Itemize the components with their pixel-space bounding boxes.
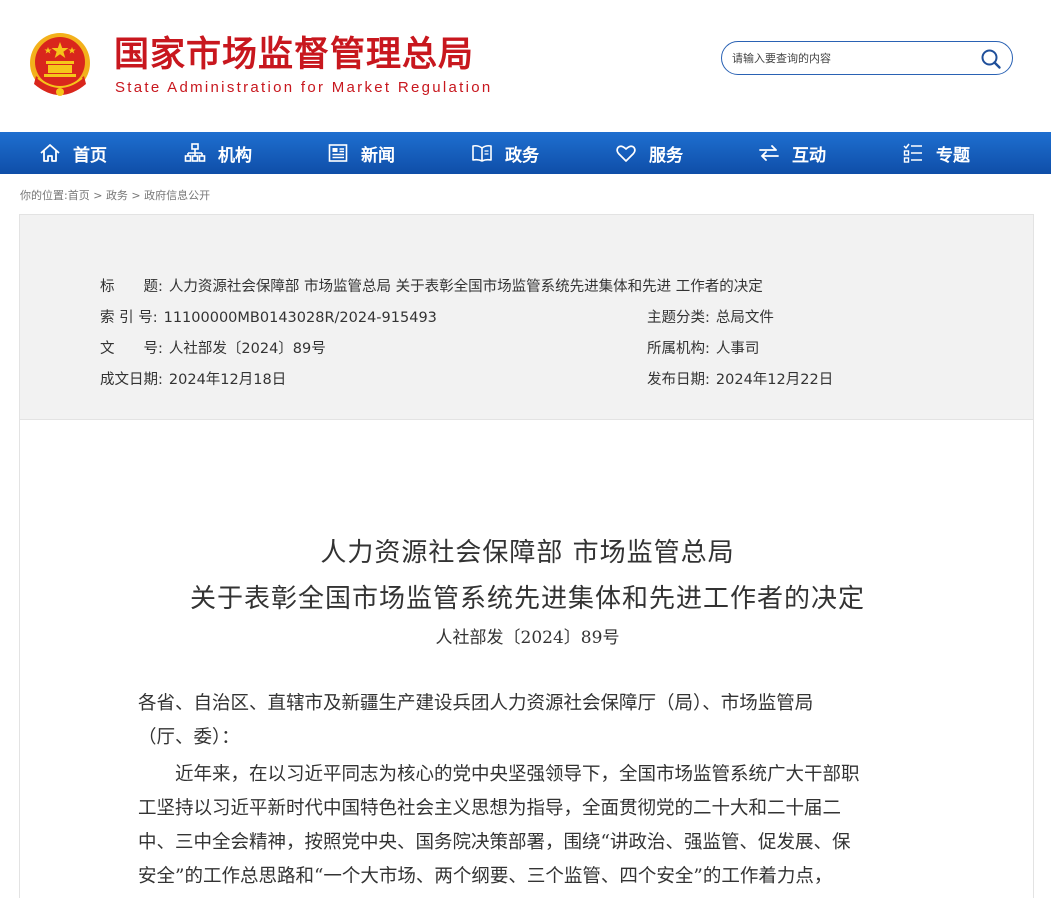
meta-title-label: 标 题: [100,279,163,295]
breadcrumb: 你的位置:首页 > 政务 > 政府信息公开 [20,187,210,203]
meta-index-value: 11100000MB0143028R/2024-915493 [163,310,437,326]
site-title[interactable]: 国家市场监督管理总局 [114,34,474,76]
article-line: 中、三中全会精神，按照党中央、国务院决策部署，围绕“讲政治、强监管、促发展、保 [138,832,851,853]
meta-topic-row: 主题分类: 总局文件 [647,308,774,328]
meta-published-value: 2024年12月22日 [715,372,834,388]
meta-topic-label: 主题分类: [647,310,710,326]
nav-item-label: 互动 [792,145,826,166]
nav-item-label: 新闻 [361,145,395,166]
meta-published-row: 发布日期: 2024年12月22日 [647,370,833,390]
news-icon [328,144,348,162]
meta-title-row: 标 题: 人力资源社会保障部 市场监管总局 关于表彰全国市场监管系统先进集体和先进… [100,277,763,297]
meta-created-label: 成文日期: [100,372,163,388]
breadcrumb-level1-link[interactable]: 政务 [106,189,128,202]
breadcrumb-separator: > [127,189,145,202]
breadcrumb-prefix: 你的位置: [20,189,68,202]
meta-published-label: 发布日期: [647,372,710,388]
nav-item-label: 服务 [649,145,683,166]
home-icon [40,144,60,162]
search-input[interactable] [732,49,972,67]
nav-item-topics[interactable]: 专题 [902,132,970,174]
nav-item-services[interactable]: 服务 [615,132,683,174]
nav-item-news[interactable]: 新闻 [327,132,395,174]
nav-item-label: 机构 [218,145,252,166]
nav-item-interaction[interactable]: 互动 [758,132,826,174]
site-subtitle: State Administration for Market Regulati… [115,79,493,96]
national-emblem-icon[interactable] [24,28,96,102]
meta-docno-value: 人社部发〔2024〕89号 [168,341,326,357]
meta-topic-value: 总局文件 [715,310,774,326]
meta-org-value: 人事司 [715,341,760,357]
nav-item-organization[interactable]: 机构 [184,132,252,174]
breadcrumb-home-link[interactable]: 首页 [68,189,90,202]
meta-docno-label: 文 号: [100,341,163,357]
search-icon[interactable] [980,48,1002,70]
breadcrumb-level2-link[interactable]: 政府信息公开 [144,189,210,202]
meta-org-label: 所属机构: [647,341,710,357]
article-line: 工坚持以习近平新时代中国特色社会主义思想为指导，全面贯彻党的二十大和二十届二 [138,798,842,819]
main-nav: 首页 机构 新闻 政务 服务 互动 专题 [0,132,1051,174]
meta-index-label: 索 引 号: [100,310,158,326]
meta-docno-row: 文 号: 人社部发〔2024〕89号 [100,339,326,359]
meta-title-value: 人力资源社会保障部 市场监管总局 关于表彰全国市场监管系统先进集体和先进 工作者… [168,279,763,295]
article-doc-number: 人社部发〔2024〕89号 [435,628,620,648]
article-title-line2: 关于表彰全国市场监管系统先进集体和先进工作者的决定 [189,584,865,614]
meta-org-row: 所属机构: 人事司 [647,339,759,359]
meta-created-row: 成文日期: 2024年12月18日 [100,370,286,390]
book-icon [472,144,492,162]
org-chart-icon [184,143,206,162]
breadcrumb-separator: > [89,189,106,202]
article-line: （厅、委）： [138,727,240,748]
meta-index-row: 索 引 号: 11100000MB0143028R/2024-915493 [100,308,437,328]
site-header: 国家市场监督管理总局 State Administration for Mark… [0,0,1051,132]
nav-item-label: 首页 [73,145,107,166]
article-line: 各省、自治区、直辖市及新疆生产建设兵团人力资源社会保障厅（局）、市场监管局 [138,693,814,714]
article-line: 安全”的工作总思路和“一个大市场、两个纲要、三个监管、四个安全”的工作着力点， [138,866,833,887]
heart-icon [616,145,636,162]
exchange-arrows-icon [759,145,779,161]
nav-item-home[interactable]: 首页 [39,132,107,174]
nav-item-government-affairs[interactable]: 政务 [471,132,539,174]
article-line: 近年来，在以习近平同志为核心的党中央坚强领导下，全国市场监管系统广大干部职 [138,764,860,785]
meta-created-value: 2024年12月18日 [168,372,287,388]
nav-item-label: 专题 [936,145,970,166]
search-box [721,41,1013,75]
document-metadata: 标 题: 人力资源社会保障部 市场监管总局 关于表彰全国市场监管系统先进集体和先进… [19,214,1034,420]
article-title-line1: 人力资源社会保障部 市场监管总局 [320,538,735,568]
article-body: 人力资源社会保障部 市场监管总局 关于表彰全国市场监管系统先进集体和先进工作者的… [19,420,1034,898]
nav-item-label: 政务 [505,145,539,166]
topics-list-icon [903,143,922,163]
